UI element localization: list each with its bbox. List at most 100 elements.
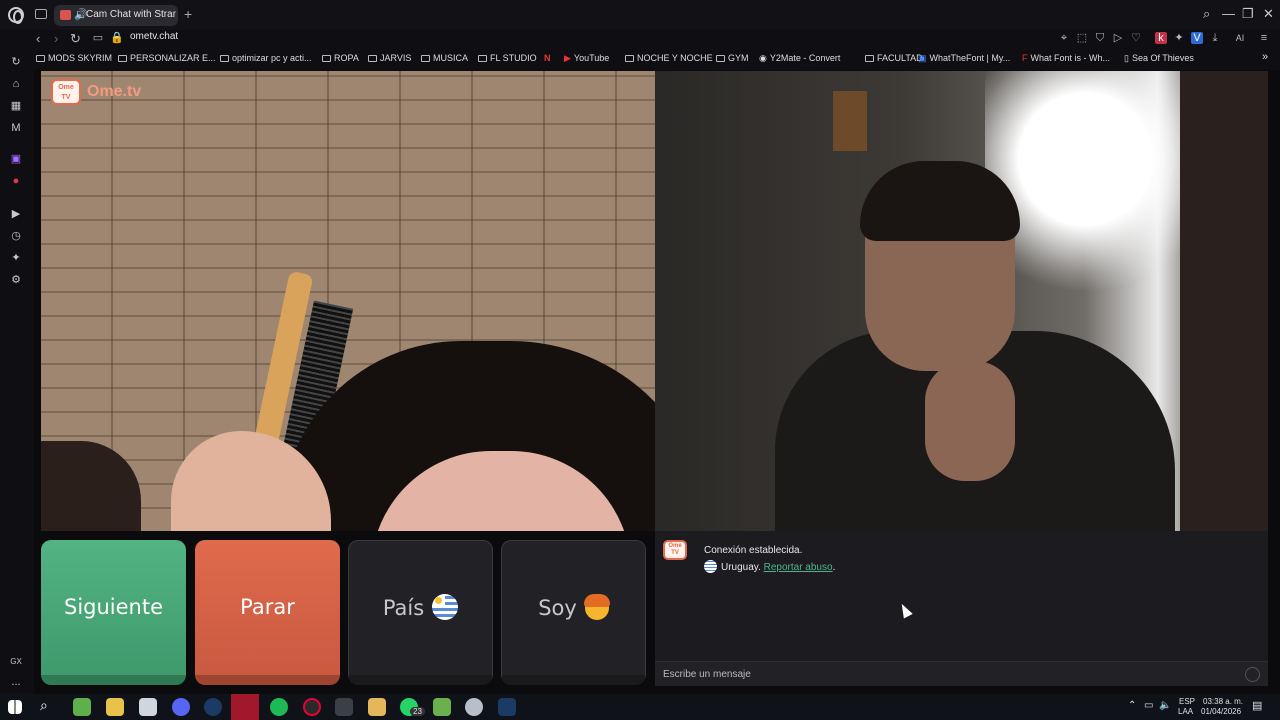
opera-gx-icon[interactable] xyxy=(303,698,321,716)
bookmark-folder[interactable]: FL STUDIO xyxy=(478,53,537,63)
bookmarks-overflow-icon[interactable]: » xyxy=(1262,51,1268,63)
whatfontis-icon: F xyxy=(1022,53,1028,63)
steam-icon[interactable] xyxy=(498,698,516,716)
gx-label[interactable]: GX xyxy=(10,656,22,668)
play-icon[interactable]: ▷ xyxy=(1112,32,1124,44)
door-frame xyxy=(1180,71,1268,531)
emoji-icon[interactable] xyxy=(1245,667,1260,682)
windows-start-icon[interactable] xyxy=(8,700,22,714)
lock-icon: 🔒 xyxy=(110,32,124,44)
discord-icon[interactable] xyxy=(172,698,190,716)
volume-icon[interactable]: 🔈 xyxy=(1159,700,1171,711)
language-layout[interactable]: LAA xyxy=(1178,707,1193,716)
youtube-icon: ▶ xyxy=(564,53,571,63)
tray-chevron-icon[interactable]: ⌃ xyxy=(1128,700,1136,711)
forward-button[interactable]: › xyxy=(54,31,58,46)
epic-games-icon[interactable] xyxy=(335,698,353,716)
bookmark-folder[interactable]: ROPA xyxy=(322,53,359,63)
bookmark-folder[interactable]: FACULTAD xyxy=(865,53,923,63)
folder-icon xyxy=(118,55,127,62)
new-tab-button[interactable]: + xyxy=(184,6,192,22)
extensions-icon[interactable]: ✦ xyxy=(1173,32,1185,44)
search-icon[interactable]: ⌕ xyxy=(40,697,58,715)
file-explorer-icon[interactable] xyxy=(106,698,124,716)
spotify-icon[interactable] xyxy=(270,698,288,716)
close-button[interactable]: ✕ xyxy=(1263,6,1274,22)
url-field[interactable]: ometv.chat xyxy=(130,31,178,42)
wall-poster xyxy=(833,91,867,151)
minimize-button[interactable]: — xyxy=(1222,6,1235,21)
camera-icon[interactable]: ▭ xyxy=(92,32,104,44)
bookmark-folder[interactable]: GYM xyxy=(716,53,749,63)
back-button[interactable]: ‹ xyxy=(36,31,40,46)
bookmark-folder[interactable]: JARVIS xyxy=(368,53,411,63)
tab-favicon-icon xyxy=(60,10,71,20)
settings-icon[interactable]: ⚙ xyxy=(10,274,22,286)
notifications-icon[interactable]: ▤ xyxy=(1252,699,1262,712)
messenger-icon[interactable]: ⌂ xyxy=(10,78,22,90)
tab-bar: 🔊 Cam Chat with Strange + ⌕ — ❐ ✕ xyxy=(0,0,1280,30)
shield-icon[interactable]: ⛉ xyxy=(1094,32,1106,44)
search-tabs-icon[interactable]: ⌕ xyxy=(1203,6,1210,22)
uruguay-flag-icon xyxy=(704,560,717,573)
gx-corner-icon[interactable]: M xyxy=(10,122,22,134)
history-icon[interactable]: ◷ xyxy=(10,230,22,242)
clock-date[interactable]: 01/04/2026 xyxy=(1201,707,1241,716)
speed-dial-icon[interactable]: ↻ xyxy=(10,56,22,68)
bookmark-y2mate[interactable]: ◉ Y2Mate - Convert xyxy=(759,53,840,64)
gender-button[interactable]: Soy xyxy=(501,540,646,685)
more-icon[interactable]: ... xyxy=(10,676,22,688)
stop-button[interactable]: Parar xyxy=(195,540,340,685)
document-icon: ▯ xyxy=(1124,53,1129,63)
menu-icon[interactable]: ≡ xyxy=(1258,32,1270,44)
network-icon[interactable]: ▭ xyxy=(1144,700,1153,711)
bookmark-whatthefont[interactable]: ▣ WhatTheFont | My... xyxy=(918,53,1010,64)
bookmark-folder[interactable]: NOCHE Y NOCHE xyxy=(625,53,713,63)
shield-app-icon[interactable] xyxy=(465,698,483,716)
download-icon[interactable]: ⤓ xyxy=(1209,32,1221,44)
bookmark-folder[interactable]: MUSICA xyxy=(421,53,468,63)
bookmark-whatfontis[interactable]: F What Font is - Wh... xyxy=(1022,53,1110,63)
tab-title: Cam Chat with Strange xyxy=(86,9,176,20)
music-player-icon[interactable]: ● xyxy=(10,175,22,187)
language-indicator[interactable]: ESP xyxy=(1179,697,1195,706)
extensions-sidebar-icon[interactable]: ✦ xyxy=(10,252,22,264)
bookmark-folder[interactable]: MODS SKYRIM xyxy=(36,53,112,63)
pin-icon[interactable]: ⌖ xyxy=(1058,32,1070,44)
twitch-icon[interactable]: ▣ xyxy=(10,153,22,165)
bookmark-youtube[interactable]: ▶ YouTube xyxy=(564,53,609,64)
person-hand xyxy=(925,361,1015,481)
app-icon[interactable] xyxy=(139,698,157,716)
country-button[interactable]: País xyxy=(348,540,493,685)
reload-button[interactable]: ↻ xyxy=(70,31,81,47)
tab-workspace-icon[interactable] xyxy=(35,9,47,19)
bookmark-seaofthieves[interactable]: ▯ Sea Of Thieves xyxy=(1124,53,1194,64)
bookmark-folder[interactable]: optimizar pc y acti... xyxy=(220,53,312,63)
ometv-logo-text: Ome.tv xyxy=(87,83,142,100)
netflix-bookmark-icon[interactable]: N xyxy=(544,53,551,63)
folder-icon xyxy=(220,55,229,62)
profile-v-icon[interactable]: V xyxy=(1191,32,1203,44)
app-icon[interactable] xyxy=(368,698,386,716)
vk-extension-icon[interactable]: k xyxy=(1155,32,1167,44)
game-app-icon[interactable] xyxy=(433,698,451,716)
steam-icon[interactable] xyxy=(204,698,222,716)
ometv-avatar-icon: Ome TV xyxy=(663,540,687,560)
ai-button[interactable]: AI xyxy=(1230,32,1250,44)
lamp-light xyxy=(985,71,1185,291)
message-input[interactable]: Escribe un mensaje xyxy=(655,661,1268,686)
opera-gx-taskbar-icon[interactable] xyxy=(231,694,259,720)
game-app-icon[interactable] xyxy=(73,698,91,716)
report-abuse-link[interactable]: Reportar abuso xyxy=(764,562,833,573)
opera-menu-icon[interactable] xyxy=(8,7,24,24)
gx-control-icon[interactable]: ▦ xyxy=(10,100,22,112)
tab-ometv[interactable]: 🔊 Cam Chat with Strange xyxy=(54,5,178,26)
player-icon[interactable]: ▶ xyxy=(10,208,22,220)
next-button[interactable]: Siguiente xyxy=(41,540,186,685)
snapshot-icon[interactable]: ⬚ xyxy=(1076,32,1088,44)
maximize-button[interactable]: ❐ xyxy=(1242,6,1254,22)
whatthefont-icon: ▣ xyxy=(918,53,927,63)
clock-time[interactable]: 03:38 a. m. xyxy=(1203,697,1243,706)
heart-icon[interactable]: ♡ xyxy=(1130,32,1142,44)
bookmark-folder[interactable]: PERSONALIZAR E... xyxy=(118,53,216,63)
